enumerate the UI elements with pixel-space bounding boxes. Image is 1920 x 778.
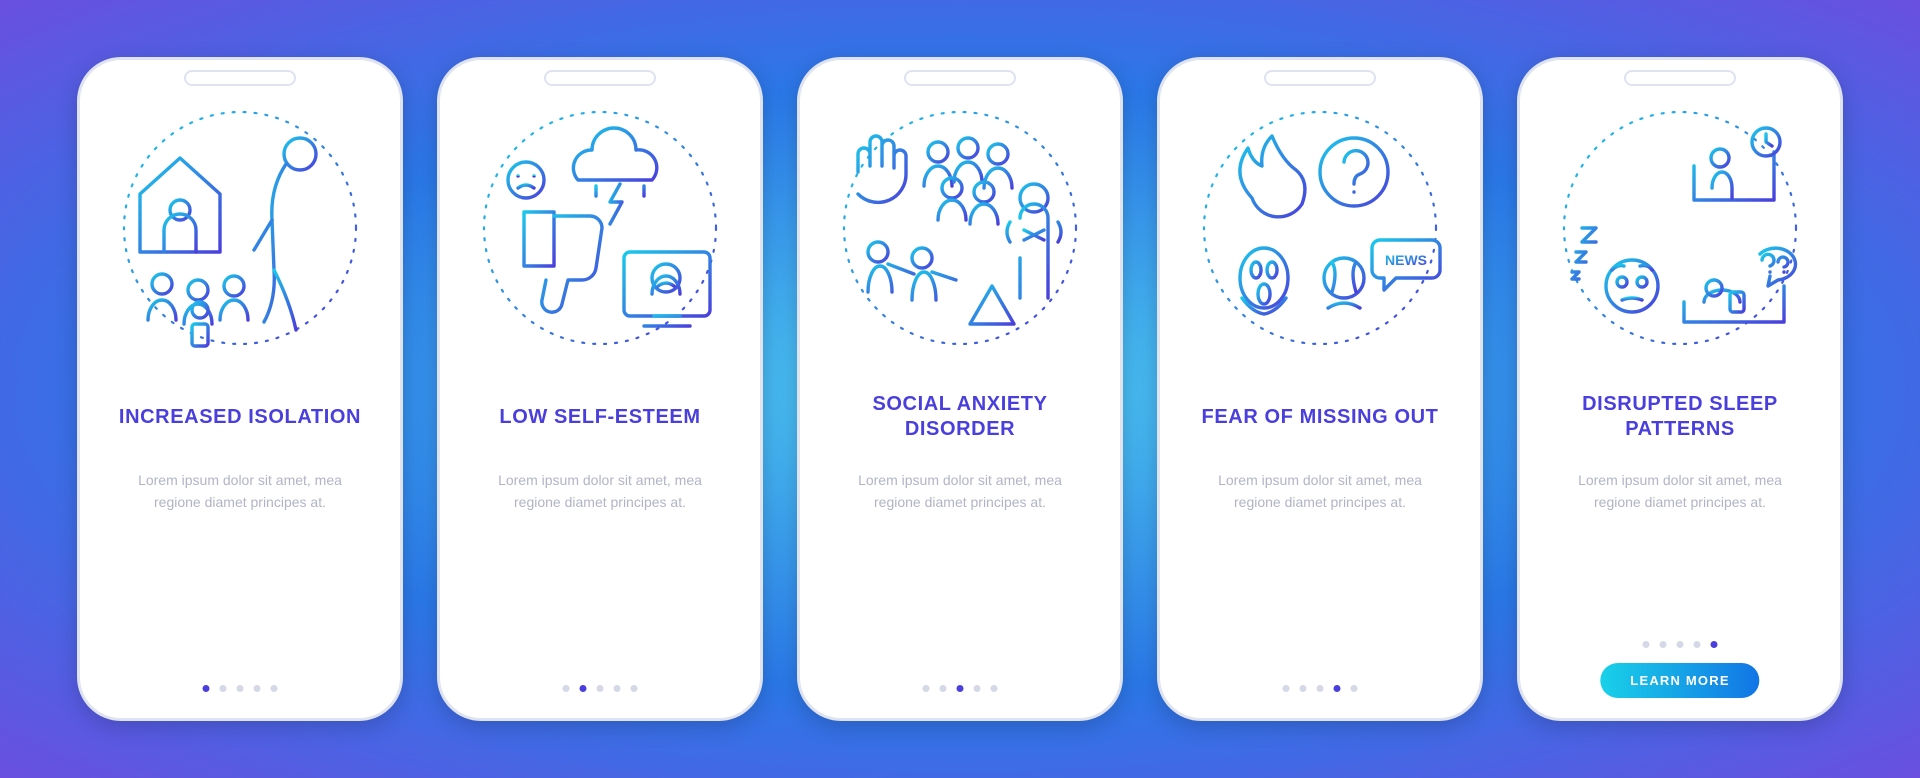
fomo-icon: NEWS (1194, 102, 1446, 354)
page-dots (1643, 641, 1718, 648)
phone-notch (904, 70, 1016, 86)
screen-title: INCREASED ISOLATION (119, 392, 361, 442)
phone-notch (184, 70, 296, 86)
dot[interactable] (1283, 685, 1290, 692)
onboarding-row: INCREASED ISOLATION Lorem ipsum dolor si… (77, 57, 1843, 721)
screen-body: Lorem ipsum dolor sit amet, mea regione … (1560, 470, 1800, 513)
dot[interactable] (271, 685, 278, 692)
screen-body: Lorem ipsum dolor sit amet, mea regione … (840, 470, 1080, 513)
screen-body: Lorem ipsum dolor sit amet, mea regione … (120, 470, 360, 513)
phone-screen-2: LOW SELF-ESTEEM Lorem ipsum dolor sit am… (437, 57, 763, 721)
screen-title: FEAR OF MISSING OUT (1202, 392, 1439, 442)
page-dots (563, 685, 638, 692)
phone-notch (544, 70, 656, 86)
dot[interactable] (563, 685, 570, 692)
sleep-icon (1554, 102, 1806, 354)
phone-screen-1: INCREASED ISOLATION Lorem ipsum dolor si… (77, 57, 403, 721)
dot[interactable] (1334, 685, 1341, 692)
dot[interactable] (220, 685, 227, 692)
dot[interactable] (1677, 641, 1684, 648)
screen-title: LOW SELF-ESTEEM (499, 392, 700, 442)
dot[interactable] (957, 685, 964, 692)
phone-screen-4: NEWS FEAR OF MISSING OUT Lorem ipsum dol… (1157, 57, 1483, 721)
page-dots (203, 685, 278, 692)
dot[interactable] (203, 685, 210, 692)
learn-more-button[interactable]: LEARN MORE (1600, 663, 1759, 698)
phone-notch (1624, 70, 1736, 86)
dot[interactable] (237, 685, 244, 692)
anxiety-icon (834, 102, 1086, 354)
dot[interactable] (991, 685, 998, 692)
dot[interactable] (631, 685, 638, 692)
page-dots (923, 685, 998, 692)
screen-title: SOCIAL ANXIETY DISORDER (835, 392, 1085, 442)
news-badge-text: NEWS (1385, 252, 1427, 268)
dot[interactable] (1643, 641, 1650, 648)
dot[interactable] (580, 685, 587, 692)
self-esteem-icon (474, 102, 726, 354)
dot[interactable] (923, 685, 930, 692)
page-dots (1283, 685, 1358, 692)
phone-screen-5: DISRUPTED SLEEP PATTERNS Lorem ipsum dol… (1517, 57, 1843, 721)
dot[interactable] (254, 685, 261, 692)
dot[interactable] (940, 685, 947, 692)
phone-notch (1264, 70, 1376, 86)
screen-title: DISRUPTED SLEEP PATTERNS (1555, 392, 1805, 442)
dot[interactable] (1711, 641, 1718, 648)
dot[interactable] (974, 685, 981, 692)
dot[interactable] (1351, 685, 1358, 692)
dot[interactable] (1694, 641, 1701, 648)
dot[interactable] (1317, 685, 1324, 692)
dot[interactable] (1660, 641, 1667, 648)
phone-screen-3: SOCIAL ANXIETY DISORDER Lorem ipsum dolo… (797, 57, 1123, 721)
screen-body: Lorem ipsum dolor sit amet, mea regione … (1200, 470, 1440, 513)
dot[interactable] (597, 685, 604, 692)
dot[interactable] (614, 685, 621, 692)
dot[interactable] (1300, 685, 1307, 692)
screen-body: Lorem ipsum dolor sit amet, mea regione … (480, 470, 720, 513)
isolation-icon (114, 102, 366, 354)
